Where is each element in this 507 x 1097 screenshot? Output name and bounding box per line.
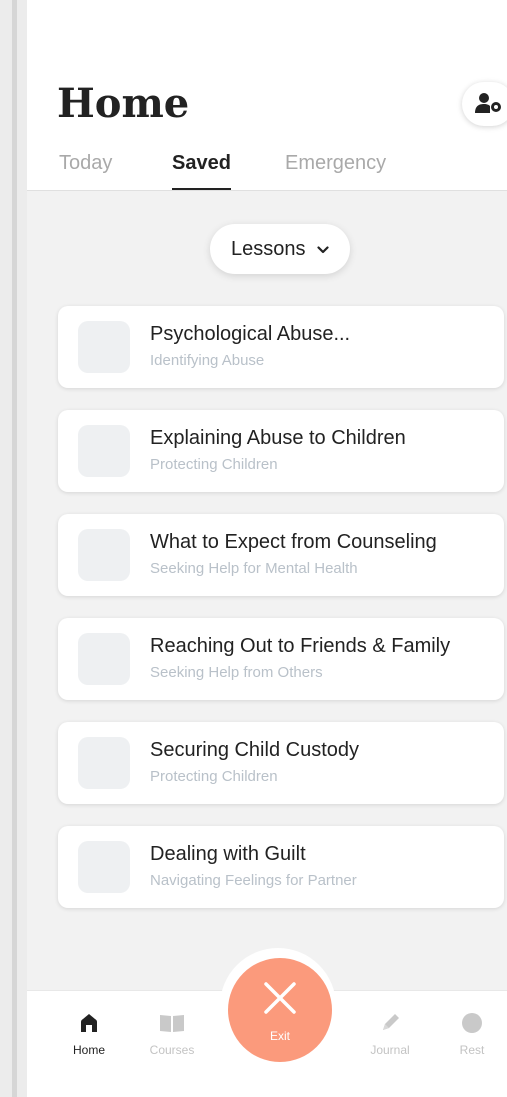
filter-label: Lessons — [230, 238, 306, 260]
lesson-thumbnail — [78, 633, 130, 685]
lesson-card[interactable]: Explaining Abuse to Children Protecting … — [58, 410, 504, 492]
lesson-title: Psychological Abuse... — [150, 323, 351, 345]
exit-label: Exit — [269, 1029, 290, 1043]
lesson-card[interactable]: Psychological Abuse... Identifying Abuse — [58, 306, 504, 388]
lesson-subtitle: Protecting Children — [150, 768, 278, 785]
lesson-subtitle: Identifying Abuse — [150, 352, 265, 369]
nav-home[interactable]: Home — [59, 1009, 119, 1057]
pencil-icon — [383, 1014, 399, 1030]
lesson-card[interactable]: Dealing with Guilt Navigating Feelings f… — [58, 826, 504, 908]
tab-emergency[interactable]: Emergency — [285, 152, 386, 175]
header: Home Today Saved Emergency — [27, 0, 507, 192]
nav-courses[interactable]: Courses — [142, 1009, 202, 1057]
exit-button[interactable]: Exit — [228, 958, 332, 1062]
tab-bar: Today Saved Emergency — [59, 152, 499, 192]
tabs-divider — [27, 190, 507, 191]
lesson-title: What to Expect from Counseling — [150, 531, 437, 553]
lesson-card[interactable]: Securing Child Custody Protecting Childr… — [58, 722, 504, 804]
nav-label-rest: Rest — [459, 1043, 485, 1057]
page-title: Home — [57, 80, 190, 127]
book-icon — [160, 1015, 184, 1032]
nav-label-courses: Courses — [149, 1043, 195, 1057]
lesson-subtitle: Seeking Help from Others — [150, 664, 323, 681]
lesson-subtitle: Navigating Feelings for Partner — [150, 872, 357, 889]
lesson-thumbnail — [78, 321, 130, 373]
lesson-subtitle: Protecting Children — [150, 456, 278, 473]
nav-label-journal: Journal — [370, 1043, 410, 1057]
lesson-thumbnail — [78, 841, 130, 893]
lesson-thumbnail — [78, 737, 130, 789]
lessons-filter-dropdown[interactable]: Lessons — [210, 224, 350, 274]
lesson-thumbnail — [78, 425, 130, 477]
lesson-card[interactable]: Reaching Out to Friends & Family Seeking… — [58, 618, 504, 700]
tab-today[interactable]: Today — [59, 152, 112, 175]
nav-rest[interactable]: Rest — [442, 1009, 502, 1057]
nav-journal[interactable]: Journal — [360, 1009, 420, 1057]
nav-label-home: Home — [72, 1043, 105, 1057]
lesson-title: Securing Child Custody — [150, 739, 359, 761]
close-icon — [264, 982, 296, 1014]
tab-saved[interactable]: Saved — [172, 152, 231, 175]
user-settings-icon — [475, 93, 501, 113]
background-window-edge — [0, 0, 27, 1097]
chevron-down-icon — [317, 246, 329, 253]
lesson-subtitle: Seeking Help for Mental Health — [150, 560, 358, 577]
lesson-thumbnail — [78, 529, 130, 581]
home-icon — [81, 1014, 97, 1032]
lesson-card[interactable]: What to Expect from Counseling Seeking H… — [58, 514, 504, 596]
app-screen: Home Today Saved Emergency Lessons Psych… — [27, 0, 507, 1097]
lesson-title: Dealing with Guilt — [150, 843, 306, 865]
profile-settings-button[interactable] — [462, 82, 507, 126]
lesson-title: Reaching Out to Friends & Family — [150, 635, 451, 657]
window-divider — [12, 0, 17, 1097]
circle-icon — [462, 1013, 482, 1033]
lesson-title: Explaining Abuse to Children — [150, 427, 406, 449]
